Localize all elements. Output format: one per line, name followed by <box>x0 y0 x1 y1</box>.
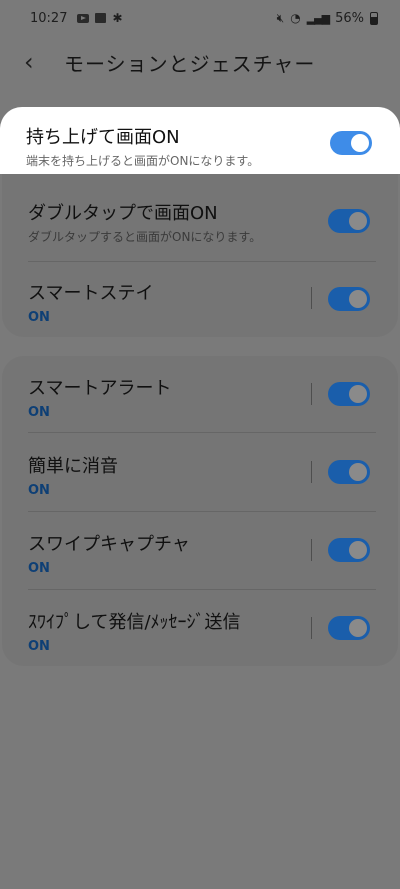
gallery-icon <box>95 13 107 23</box>
status-bar-left: 10:27 ✱ <box>30 11 123 26</box>
vertical-separator <box>311 617 312 639</box>
toggle-knob <box>349 541 367 559</box>
divider <box>28 511 376 512</box>
vertical-separator <box>311 539 312 561</box>
setting-label: 持ち上げて画面ON <box>26 127 180 148</box>
page-title: モーションとジェスチャー <box>64 51 316 76</box>
divider <box>28 432 376 433</box>
signal-icon: ▂▄▆ <box>306 11 330 25</box>
setting-status: ON <box>28 561 50 576</box>
battery-icon <box>370 11 378 25</box>
battery-percent: 56% <box>335 10 364 26</box>
lift-to-wake-toggle[interactable] <box>330 131 372 155</box>
chevron-left-icon[interactable]: ‹ <box>24 50 60 74</box>
swipe-to-call-toggle[interactable] <box>328 616 370 640</box>
setting-status: ON <box>28 483 50 498</box>
toggle-knob <box>351 134 369 152</box>
setting-label: スマートアラート <box>28 378 172 399</box>
setting-swipe-capture[interactable]: スワイプキャプチャ ON <box>28 530 372 576</box>
setting-easy-mute[interactable]: 簡単に消音 ON <box>28 452 372 498</box>
setting-swipe-to-call[interactable]: ｽﾜｲﾌﾟして発信/ﾒｯｾｰｼﾞ送信 ON <box>28 608 372 654</box>
app-header: ‹ モーションとジェスチャー <box>0 40 400 84</box>
swipe-capture-toggle[interactable] <box>328 538 370 562</box>
vertical-separator <box>311 287 312 309</box>
setting-description: 端末を持ち上げると画面がONになります。 <box>26 154 260 168</box>
smart-stay-toggle[interactable] <box>328 287 370 311</box>
gear-icon: ✱ <box>112 11 123 25</box>
setting-status: ON <box>28 310 50 325</box>
youtube-icon <box>77 13 90 23</box>
settings-card-2: スマートアラート ON 簡単に消音 ON スワイプキャプチャ ON ｽﾜｲﾌﾟし… <box>2 356 398 666</box>
toggle-knob <box>349 290 367 308</box>
setting-lift-to-wake-highlight[interactable]: 持ち上げて画面ON 端末を持ち上げると画面がONになります。 <box>0 107 400 174</box>
status-bar: 10:27 ✱ 🔇︎ ◔ ▂▄▆ 56% <box>0 0 400 36</box>
setting-description: ダブルタップすると画面がONになります。 <box>28 230 262 244</box>
status-time: 10:27 <box>30 10 68 26</box>
divider <box>28 589 376 590</box>
setting-status: ON <box>28 405 50 420</box>
vertical-separator <box>311 383 312 405</box>
setting-label: スマートステイ <box>28 283 154 304</box>
setting-smart-stay[interactable]: スマートステイ ON <box>28 279 372 325</box>
mute-icon: 🔇︎ <box>276 10 285 25</box>
double-tap-screen-on-toggle[interactable] <box>328 209 370 233</box>
setting-smart-alert[interactable]: スマートアラート ON <box>28 374 372 420</box>
setting-double-tap-screen-on[interactable]: ダブルタップで画面ON ダブルタップすると画面がONになります。 <box>28 199 372 245</box>
setting-lift-to-wake[interactable]: 持ち上げて画面ON 端末を持ち上げると画面がONになります。 <box>26 123 374 169</box>
easy-mute-toggle[interactable] <box>328 460 370 484</box>
setting-label: 簡単に消音 <box>28 456 118 477</box>
wifi-icon: ◔ <box>290 11 301 25</box>
toggle-knob <box>349 385 367 403</box>
status-bar-right: 🔇︎ ◔ ▂▄▆ 56% <box>277 11 378 26</box>
setting-label: スワイプキャプチャ <box>28 534 190 555</box>
toggle-knob <box>349 463 367 481</box>
divider <box>28 261 376 262</box>
toggle-knob <box>349 619 367 637</box>
vertical-separator <box>311 461 312 483</box>
smart-alert-toggle[interactable] <box>328 382 370 406</box>
setting-label: ダブルタップで画面ON <box>28 203 218 224</box>
toggle-knob <box>349 212 367 230</box>
setting-label: ｽﾜｲﾌﾟして発信/ﾒｯｾｰｼﾞ送信 <box>28 612 241 633</box>
setting-status: ON <box>28 639 50 654</box>
